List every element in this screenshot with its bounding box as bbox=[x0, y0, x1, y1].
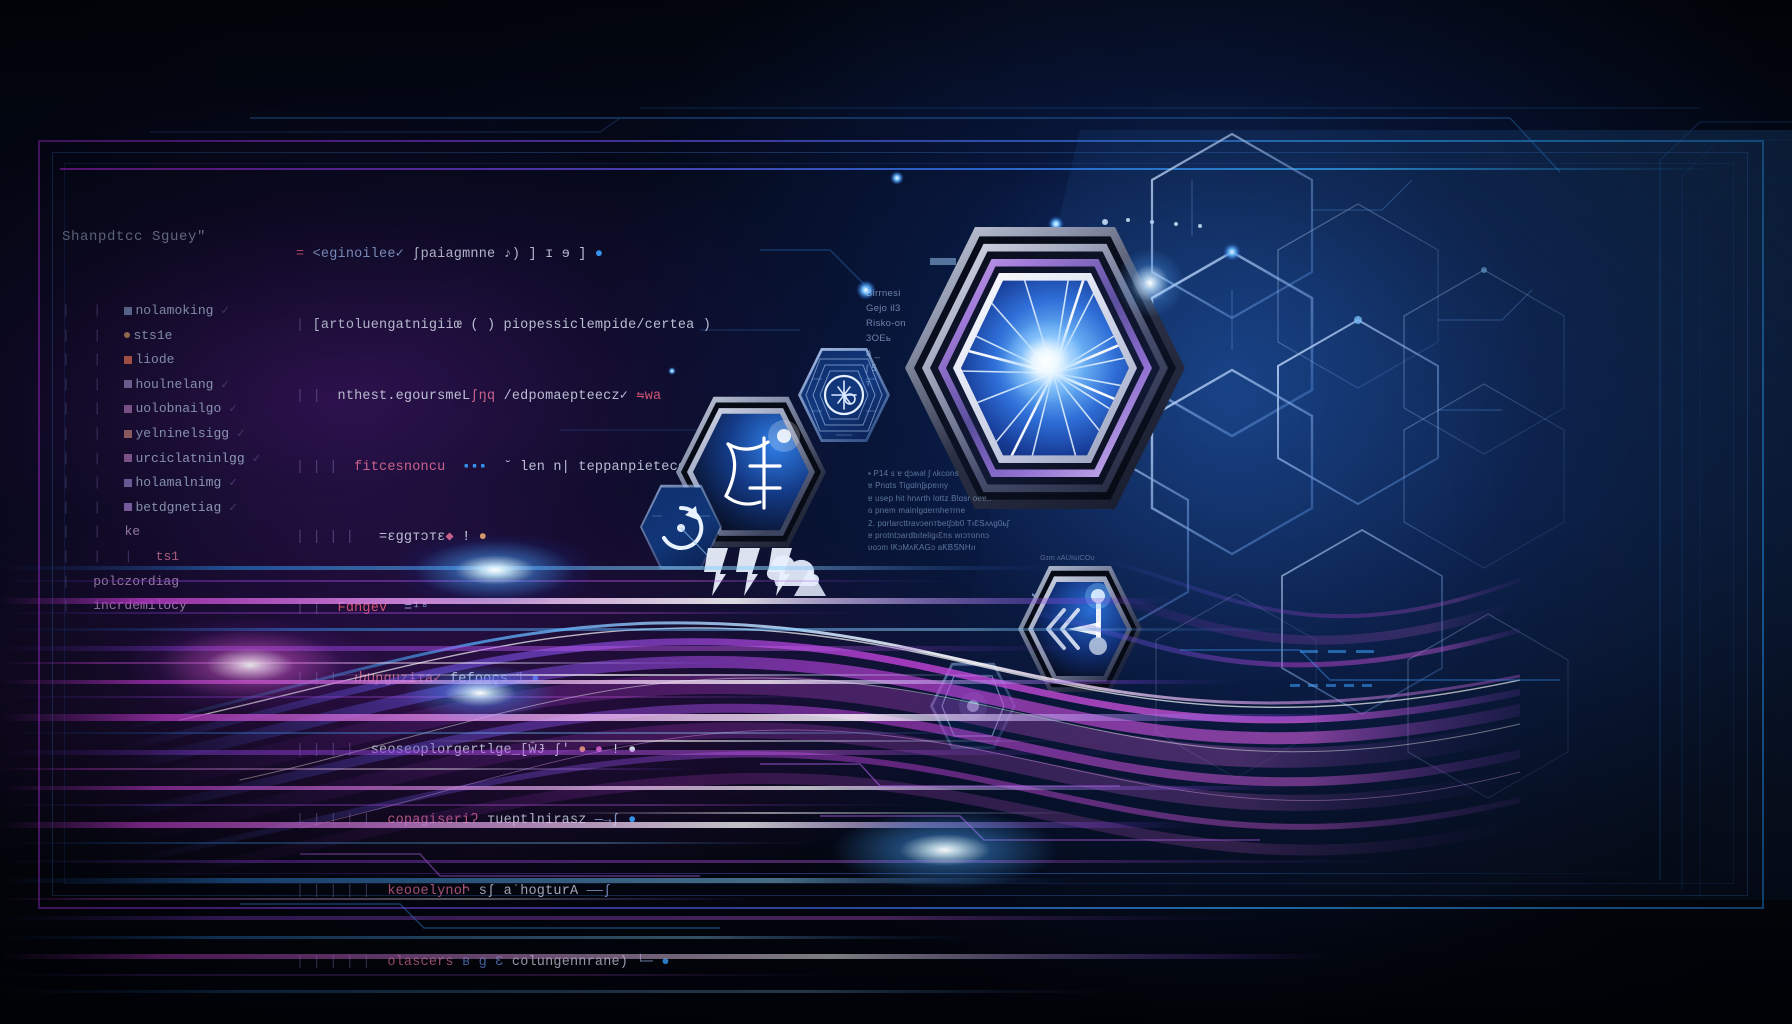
tree-item[interactable]: | | houlnelang ✓ bbox=[62, 373, 292, 398]
tree-item-label: yelninelsigg bbox=[135, 425, 230, 441]
tree-item[interactable]: | | yelninelsigg ✓ bbox=[62, 422, 292, 447]
tree-item-label: nolamoking bbox=[135, 302, 214, 318]
tree-item-label: sts1e bbox=[133, 327, 173, 343]
illustration-canvas: = <eginoilee✓ ʃpaiagmnne ♪) ] ɪ ɘ ] ● | … bbox=[0, 0, 1792, 1024]
tree-item[interactable]: | | sts1e bbox=[62, 324, 292, 349]
corner-spark bbox=[1115, 248, 1185, 318]
tree-item-marker bbox=[124, 306, 133, 315]
tree-item-marker bbox=[124, 380, 133, 389]
tree-item-label: liode bbox=[135, 352, 175, 368]
tree-item-label: urciclatninlgg bbox=[135, 450, 245, 466]
tree-item-label: uolobnailgo bbox=[135, 401, 222, 417]
magenta-lens-flare bbox=[130, 620, 370, 710]
tree-item-marker bbox=[124, 429, 133, 438]
blue-lens-flare-2 bbox=[405, 665, 555, 721]
blue-lens-flare-3 bbox=[830, 810, 1060, 890]
code-line: | [artoluengatnigiiœ ( ) piopessiclempid… bbox=[296, 317, 712, 333]
code-line: = <eginoilee✓ ʃpaiagmnne ♪) ] ɪ ɘ ] ● bbox=[296, 247, 604, 263]
blue-lens-flare-1 bbox=[400, 535, 590, 605]
tree-item-marker bbox=[124, 355, 133, 364]
tree-panel-header: Shanpdtcc Sguey" bbox=[62, 229, 207, 246]
tree-item[interactable]: | | urciclatninlgg ✓ bbox=[62, 447, 292, 472]
tree-item[interactable]: | | nolamoking ✓ bbox=[62, 299, 292, 324]
tree-item-marker bbox=[124, 332, 131, 339]
tree-item-label: houlnelang bbox=[135, 376, 214, 392]
tree-item-marker bbox=[124, 454, 133, 463]
tree-item[interactable]: | | uolobnailgo ✓ bbox=[62, 397, 292, 422]
tree-item-marker bbox=[124, 404, 133, 413]
core-flare bbox=[997, 314, 1093, 410]
hud-text-a: Birrnesi Gejo il3 Risko-on 3OEь ä _ ʃ 5 … bbox=[866, 288, 906, 389]
tree-item[interactable]: | | liode bbox=[62, 348, 292, 373]
